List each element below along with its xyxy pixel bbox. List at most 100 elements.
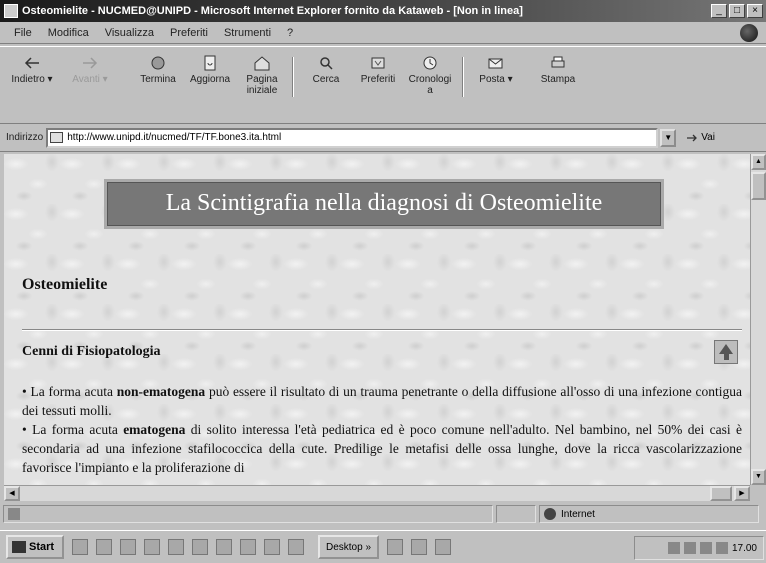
p2-bold: ematogena <box>123 422 186 437</box>
history-label-line1: Cronologi <box>408 74 452 85</box>
quicklaunch-icon[interactable] <box>168 539 184 555</box>
menu-edit[interactable]: Modifica <box>48 27 89 39</box>
search-icon <box>320 57 333 70</box>
status-offline-cell <box>496 505 536 523</box>
menu-favorites[interactable]: Preferiti <box>170 27 208 39</box>
page-status-icon <box>8 508 20 520</box>
favorites-label: Preferiti <box>360 74 396 85</box>
address-bar: Indirizzo http://www.unipd.it/nucmed/TF/… <box>0 124 766 152</box>
quicklaunch-icon[interactable] <box>96 539 112 555</box>
taskbar: Start Desktop » 17.00 <box>0 530 766 563</box>
horizontal-scrollbar[interactable]: ◀ ▶ <box>4 485 750 501</box>
maximize-button[interactable]: □ <box>729 4 745 18</box>
quicklaunch-icon[interactable] <box>240 539 256 555</box>
paragraph-nonhematogenous: • La forma acuta non-ematogena può esser… <box>22 384 742 418</box>
go-arrow-icon <box>687 134 698 141</box>
history-button[interactable]: Cronologi a <box>404 55 456 96</box>
tray-icon[interactable] <box>667 542 680 554</box>
system-tray: 17.00 <box>634 536 764 560</box>
back-to-top-icon[interactable] <box>714 340 738 364</box>
menu-help[interactable]: ? <box>287 27 293 39</box>
stop-icon <box>151 56 165 70</box>
vertical-scroll-thumb[interactable] <box>751 172 766 200</box>
menu-view[interactable]: Visualizza <box>105 27 154 39</box>
menu-bar: File Modifica Visualizza Preferiti Strum… <box>0 22 766 44</box>
status-bar: Internet <box>0 503 766 525</box>
back-arrow-icon <box>24 57 39 69</box>
page-viewport: La Scintigrafia nella diagnosi di Osteom… <box>4 154 750 485</box>
desktop-label: Desktop <box>326 541 363 553</box>
home-label-line1: Pagina <box>246 74 278 85</box>
mail-label: Posta <box>479 74 505 85</box>
start-button[interactable]: Start <box>6 535 64 559</box>
address-dropdown-button[interactable]: ▼ <box>660 128 677 147</box>
close-button[interactable]: × <box>747 4 763 18</box>
tray-icon[interactable] <box>683 542 696 554</box>
search-label: Cerca <box>312 74 340 85</box>
scroll-left-button[interactable]: ◀ <box>4 486 20 501</box>
favorites-button[interactable]: Preferiti <box>352 55 404 85</box>
start-label: Start <box>29 541 55 553</box>
quicklaunch-icon[interactable] <box>288 539 304 555</box>
scroll-down-button[interactable]: ▼ <box>751 469 766 485</box>
address-label: Indirizzo <box>6 132 44 143</box>
home-button[interactable]: Pagina iniziale <box>236 55 288 96</box>
scroll-right-button[interactable]: ▶ <box>734 486 750 501</box>
toolbar-separator <box>292 57 294 97</box>
p2-pre: La forma acuta <box>32 422 124 437</box>
clock[interactable]: 17.00 <box>732 543 757 554</box>
scroll-up-button[interactable]: ▲ <box>751 154 766 170</box>
quicklaunch-icon[interactable] <box>264 539 280 555</box>
tray-icon[interactable] <box>715 542 728 554</box>
status-zone-cell: Internet <box>539 505 759 523</box>
standard-toolbar: Indietro ▾ Avanti ▾ Termina Aggiorna Pag… <box>0 46 766 124</box>
zone-label: Internet <box>561 508 595 520</box>
print-button[interactable]: Stampa <box>532 55 584 85</box>
search-button[interactable]: Cerca <box>300 55 352 85</box>
stop-button[interactable]: Termina <box>132 55 184 85</box>
minimize-button[interactable]: _ <box>711 4 727 18</box>
print-label: Stampa <box>540 74 576 85</box>
mail-button[interactable]: Posta ▾ <box>470 55 522 85</box>
quicklaunch-icon[interactable] <box>144 539 160 555</box>
page-icon <box>50 132 64 143</box>
back-button[interactable]: Indietro ▾ <box>6 55 58 85</box>
home-icon <box>254 56 270 71</box>
horizontal-scroll-thumb[interactable] <box>710 486 732 501</box>
go-button[interactable]: Vai <box>686 132 715 143</box>
quicklaunch-icon[interactable] <box>72 539 88 555</box>
stop-label: Termina <box>140 74 176 85</box>
status-text-cell <box>3 505 493 523</box>
quicklaunch-icon[interactable] <box>192 539 208 555</box>
paragraph-hematogenous: • La forma acuta ematogena di solito int… <box>22 422 742 475</box>
task-window-icon[interactable] <box>435 539 452 555</box>
refresh-icon <box>204 55 216 71</box>
address-url: http://www.unipd.it/nucmed/TF/TF.bone3.i… <box>67 132 282 143</box>
window-controls: _ □ × <box>711 4 763 18</box>
quicklaunch-icon[interactable] <box>120 539 136 555</box>
p1-pre: La forma acuta <box>30 384 117 399</box>
desktop-toolbar-button[interactable]: Desktop » <box>318 535 380 559</box>
address-input[interactable]: http://www.unipd.it/nucmed/TF/TF.bone3.i… <box>46 127 659 148</box>
horizontal-rule <box>22 329 742 331</box>
go-label: Vai <box>701 132 715 143</box>
refresh-label: Aggiorna <box>189 74 231 85</box>
forward-button[interactable]: Avanti ▾ <box>64 55 116 85</box>
p1-bold: non-ematogena <box>116 384 206 399</box>
quicklaunch-icon[interactable] <box>216 539 232 555</box>
ie-window-icon <box>4 4 18 18</box>
tray-icon[interactable] <box>699 542 712 554</box>
body-text: • La forma acuta non-ematogena può esser… <box>22 382 742 477</box>
task-window-icon[interactable] <box>387 539 404 555</box>
menu-tools[interactable]: Strumenti <box>224 27 271 39</box>
subsection-heading: Cenni di Fisiopatologia <box>22 344 161 359</box>
print-icon <box>551 56 565 68</box>
refresh-button[interactable]: Aggiorna <box>184 55 236 85</box>
task-window-icon[interactable] <box>411 539 428 555</box>
vertical-scrollbar[interactable]: ▲ ▼ <box>750 154 766 485</box>
menu-file[interactable]: File <box>14 27 32 39</box>
ie-throbber-icon <box>740 24 758 42</box>
forward-arrow-icon <box>83 57 98 69</box>
section-heading: Osteomielite <box>22 276 108 293</box>
page-banner: La Scintigrafia nella diagnosi di Osteom… <box>104 179 664 229</box>
